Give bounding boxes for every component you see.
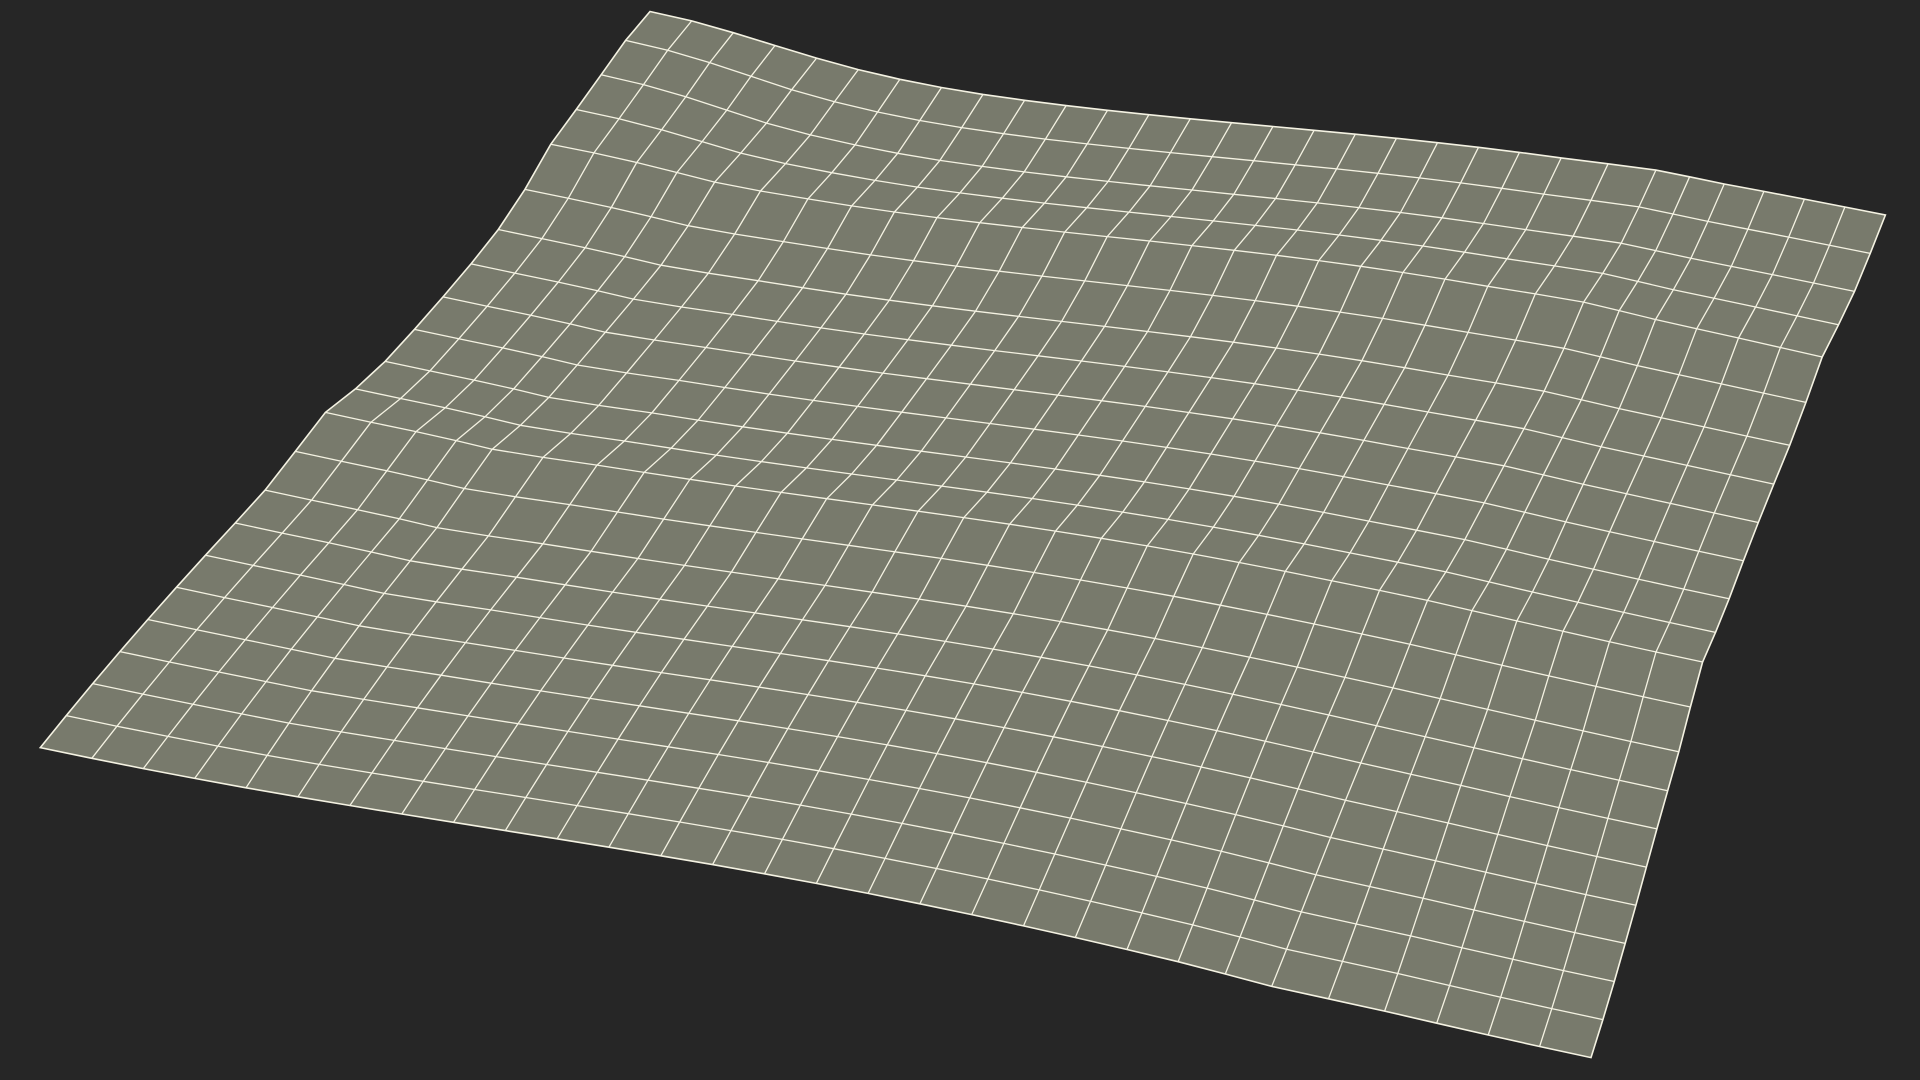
wireframe-cloth-render — [38, 10, 1887, 1059]
render-viewport — [0, 0, 1920, 1080]
